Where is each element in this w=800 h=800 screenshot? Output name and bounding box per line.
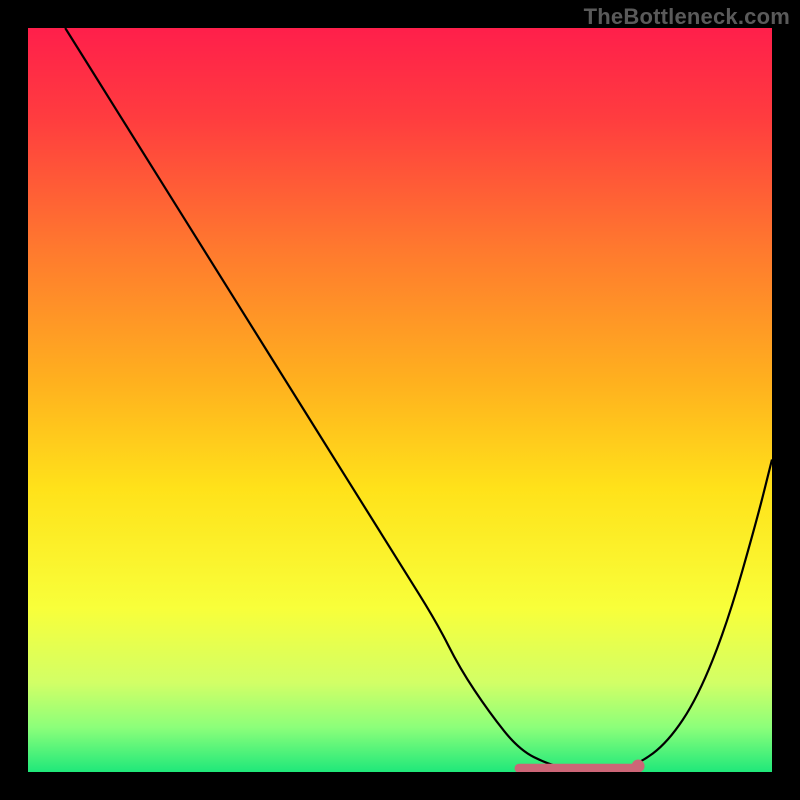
bottleneck-chart: [28, 28, 772, 772]
optimal-point-marker: [632, 760, 644, 772]
chart-frame: TheBottleneck.com: [0, 0, 800, 800]
plot-area: [28, 28, 772, 772]
watermark-text: TheBottleneck.com: [584, 4, 790, 30]
gradient-background: [28, 28, 772, 772]
